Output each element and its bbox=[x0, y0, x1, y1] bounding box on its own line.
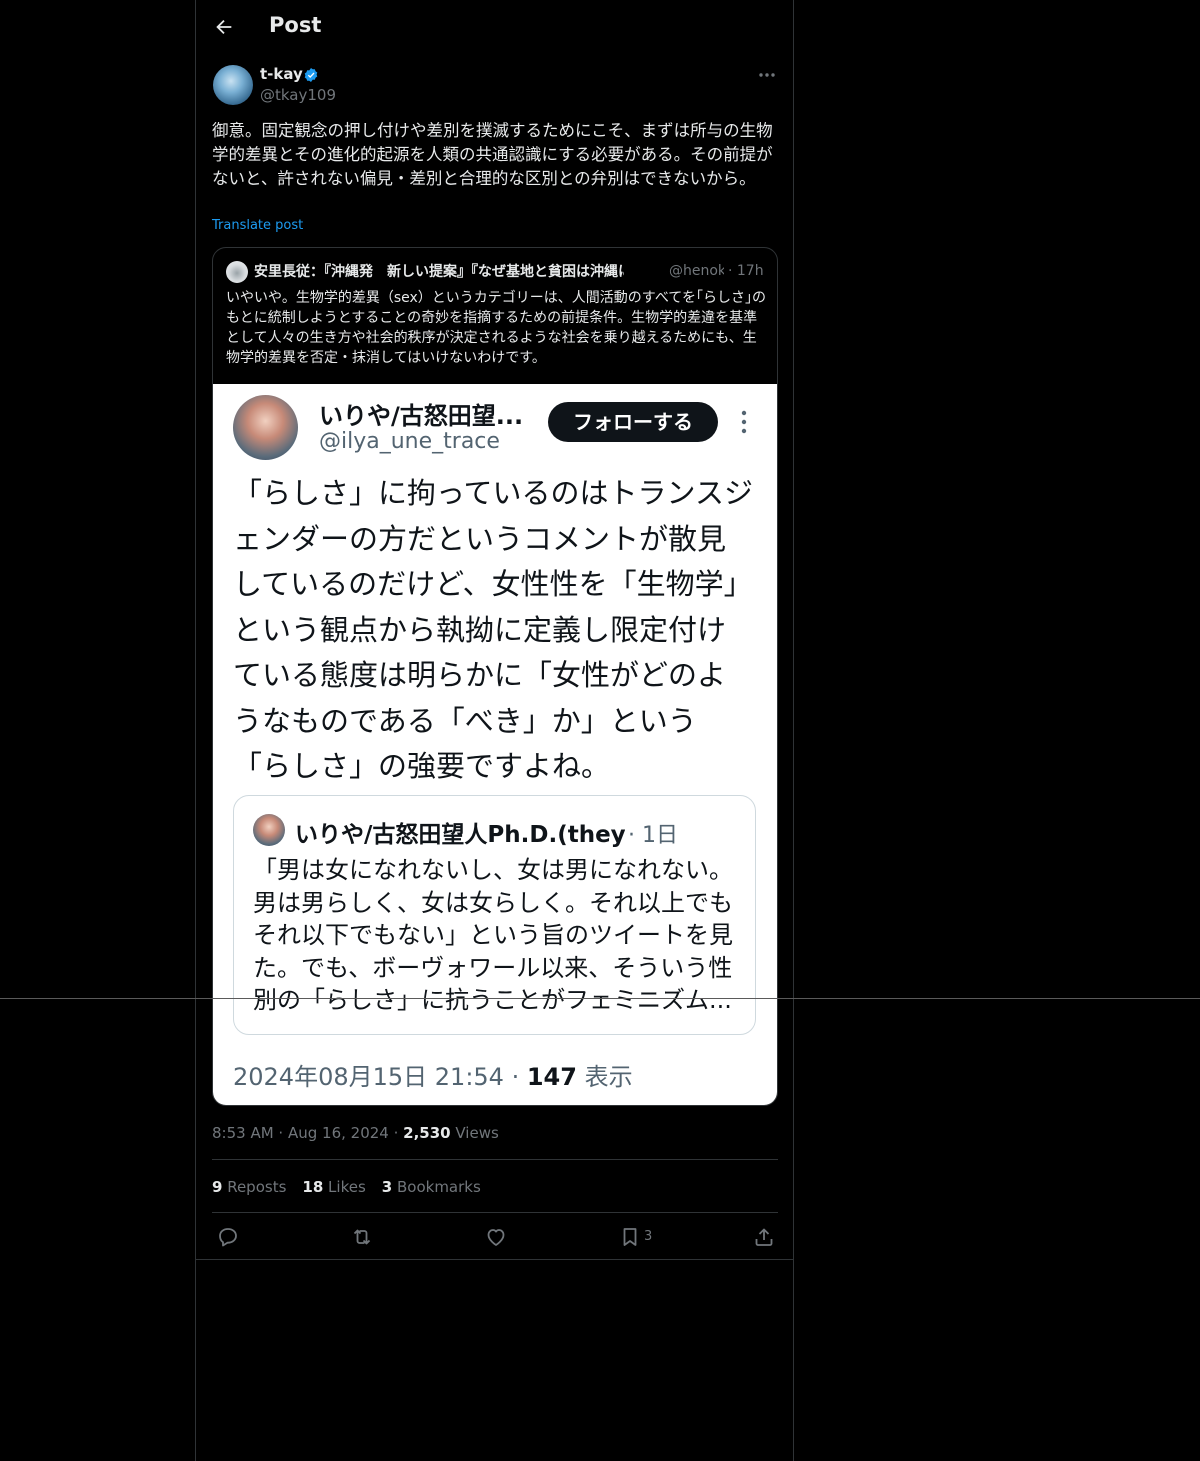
views-count: 2,530 bbox=[403, 1124, 451, 1142]
divider bbox=[196, 1259, 793, 1260]
post-meta: 8:53 AM · Aug 16, 2024 · 2,530 Views bbox=[212, 1124, 499, 1142]
bookmarks-count: 3 bbox=[381, 1178, 393, 1196]
bookmark-action-count: 3 bbox=[644, 1229, 653, 1244]
quoted-author-name: 安里長従：『沖縄発 新しい提案』『なぜ基地と貧困は沖縄に bbox=[254, 264, 624, 280]
screen-artifact-line bbox=[0, 998, 1200, 999]
bookmarks-label: Bookmarks bbox=[392, 1178, 481, 1196]
reposts-stat[interactable]: 9 Reposts bbox=[212, 1178, 286, 1196]
divider bbox=[212, 1159, 778, 1160]
screenshot-author-name: いりや/古怒田望... bbox=[319, 402, 524, 430]
divider bbox=[212, 1212, 778, 1213]
meta-separator: · bbox=[273, 1124, 288, 1142]
screenshot-follow-button: フォローする bbox=[548, 402, 718, 442]
screenshot-views-count: 147 bbox=[526, 1063, 577, 1091]
more-icon[interactable] bbox=[756, 66, 778, 84]
embedded-time: · 1日 bbox=[628, 823, 678, 848]
likes-label: Likes bbox=[323, 1178, 366, 1196]
views-label: Views bbox=[450, 1124, 499, 1142]
quoted-avatar bbox=[226, 261, 248, 283]
reposts-count: 9 bbox=[212, 1178, 223, 1196]
like-icon[interactable] bbox=[484, 1225, 508, 1249]
screenshot-text: 「らしさ」に拘っているのはトランスジェンダーの方だというコメントが散見しているの… bbox=[233, 476, 753, 783]
screenshot-views-label: 表示 bbox=[576, 1063, 633, 1091]
post-column: Post t-kay @tkay109 御意。固定観念の押し付けや差別を撲滅する… bbox=[195, 0, 794, 1461]
post-text: 御意。固定観念の押し付けや差別を撲滅するためにこそ、まずは所与の生物学的差異とそ… bbox=[212, 121, 773, 188]
post-time[interactable]: 8:53 AM bbox=[212, 1124, 274, 1142]
screenshot-avatar bbox=[233, 395, 298, 460]
share-icon[interactable] bbox=[752, 1225, 776, 1249]
embedded-text: 「男は女になれないし、女は男になれない。男は男らしく、女は女らしく。それ以上でも… bbox=[253, 856, 733, 1014]
engagement-stats: 9 Reposts 18 Likes 3 Bookmarks bbox=[212, 1178, 497, 1196]
reposts-label: Reposts bbox=[222, 1178, 287, 1196]
repost-icon[interactable] bbox=[350, 1225, 374, 1249]
reply-icon[interactable] bbox=[216, 1225, 240, 1249]
screenshot-embedded-post: いりや/古怒田望人Ph.D.(they/the... · 1日 「男は女になれな… bbox=[233, 795, 756, 1035]
quoted-time: · 17h bbox=[728, 263, 764, 279]
back-arrow-icon[interactable] bbox=[213, 16, 235, 38]
author-avatar[interactable] bbox=[213, 65, 253, 105]
meta-separator: · bbox=[388, 1124, 404, 1142]
likes-count: 18 bbox=[302, 1178, 324, 1196]
quoted-post[interactable]: 安里長従：『沖縄発 新しい提案』『なぜ基地と貧困は沖縄に @henok · 17… bbox=[212, 247, 778, 1106]
author-handle[interactable]: @tkay109 bbox=[260, 86, 336, 104]
quoted-screenshot-image[interactable]: いりや/古怒田望... @ilya_une_trace フォローする 「らしさ」… bbox=[213, 384, 777, 1105]
screenshot-date-text: 2024年08月15日 21:54 · bbox=[233, 1063, 527, 1091]
post-date[interactable]: Aug 16, 2024 bbox=[288, 1124, 389, 1142]
embedded-avatar bbox=[253, 814, 285, 846]
author-name[interactable]: t-kay bbox=[260, 65, 303, 83]
screenshot-author-handle: @ilya_une_trace bbox=[319, 429, 500, 454]
likes-stat[interactable]: 18 Likes bbox=[302, 1178, 365, 1196]
verified-badge-icon bbox=[304, 68, 318, 82]
translate-post-link[interactable]: Translate post bbox=[212, 218, 303, 233]
embedded-author-name: いりや/古怒田望人Ph.D.(they/the... bbox=[295, 822, 625, 848]
screenshot-more-icon bbox=[741, 410, 747, 434]
page-title: Post bbox=[269, 13, 322, 37]
quoted-text: いやいや。生物学的差異（sex）というカテゴリーは、人間活動のすべてを｢らしさ｣… bbox=[226, 290, 766, 366]
bookmark-icon[interactable] bbox=[618, 1225, 642, 1249]
bookmarks-stat[interactable]: 3 Bookmarks bbox=[382, 1178, 481, 1196]
quoted-author-handle: @henok bbox=[669, 263, 724, 279]
screenshot-date: 2024年08月15日 21:54 · 147 表示 bbox=[233, 1057, 633, 1092]
